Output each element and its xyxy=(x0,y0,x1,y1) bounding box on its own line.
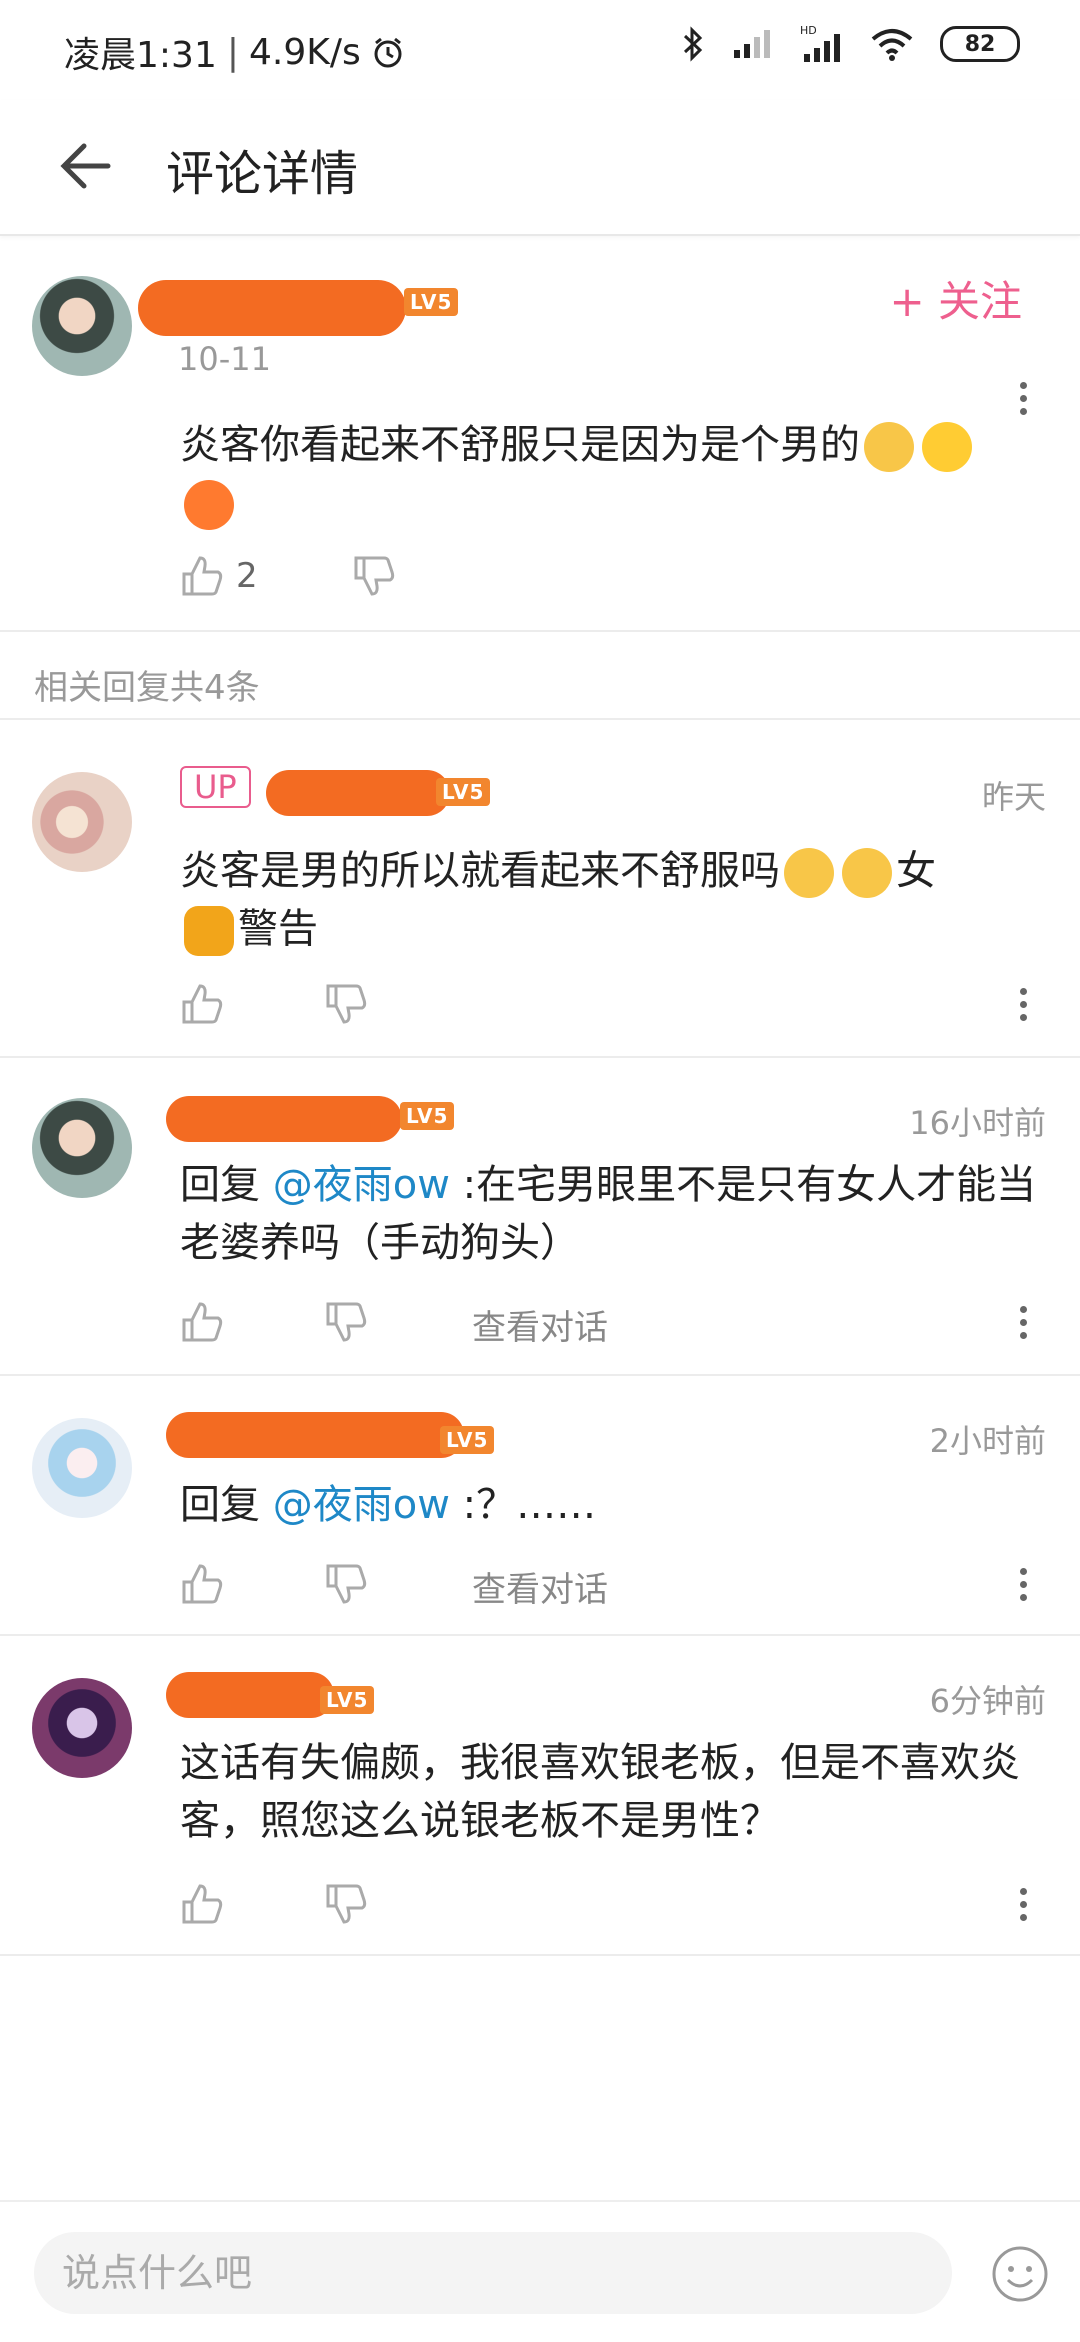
comment-input-bar: 说点什么吧 xyxy=(0,2200,1080,2342)
thumbs-up-icon[interactable] xyxy=(180,1882,224,1926)
level-badge: LV5 xyxy=(404,288,459,316)
reply-prefix: 回复 xyxy=(180,1162,273,1208)
level-badge: LV5 xyxy=(436,778,491,806)
reply-item: LV5 6分钟前 这话有失偏颇，我很喜欢银老板，但是不喜欢炎客，照您这么说银老板… xyxy=(0,1636,1080,1956)
dog-emoji-icon xyxy=(784,848,834,898)
status-separator: | xyxy=(226,31,239,73)
wifi-icon xyxy=(871,29,913,61)
emoji-picker-icon[interactable] xyxy=(990,2244,1050,2304)
avatar[interactable] xyxy=(32,276,132,376)
thumbs-up-icon[interactable] xyxy=(180,1562,224,1606)
back-arrow-icon[interactable] xyxy=(50,130,122,202)
thumbs-up-icon[interactable] xyxy=(180,982,224,1026)
reply-text-body: 这话有失偏颇，我很喜欢银老板，但是不喜欢炎客，照您这么说银老板不是男性？ xyxy=(180,1740,1020,1844)
more-options-icon[interactable] xyxy=(1020,982,1030,1027)
reply-actions xyxy=(180,1562,368,1606)
hd-signal-icon: HD xyxy=(800,24,840,62)
comment-date: 10-11 xyxy=(178,340,271,378)
reply-actions xyxy=(180,1300,368,1344)
more-options-icon[interactable] xyxy=(1020,376,1030,421)
reply-text: 炎客是男的所以就看起来不舒服吗 女 警告 xyxy=(180,842,1040,958)
mention-link[interactable]: @夜雨ow xyxy=(273,1482,450,1528)
reply-text: 回复 @夜雨ow :？…… xyxy=(180,1476,1040,1534)
reply-text-body: :？…… xyxy=(449,1482,597,1528)
reply-text-body: 炎客是男的所以就看起来不舒服吗 xyxy=(180,848,780,894)
more-options-icon[interactable] xyxy=(1020,1882,1030,1927)
status-bar: 凌晨1:31 | 4.9K/s HD 82 xyxy=(0,0,1080,100)
alarm-icon xyxy=(374,37,402,68)
thumbs-down-icon[interactable] xyxy=(324,1562,368,1606)
comment-text-body: 炎客你看起来不舒服只是因为是个男的 xyxy=(180,422,860,468)
status-time: 凌晨1:31 xyxy=(64,35,217,76)
title-bar: 评论详情 xyxy=(0,100,1080,236)
reply-time: 2小时前 xyxy=(929,1422,1046,1460)
dog-emoji-icon xyxy=(842,848,892,898)
avatar[interactable] xyxy=(32,1098,132,1198)
view-conversation-link[interactable]: 查看对话 xyxy=(472,1300,608,1349)
username-redacted[interactable] xyxy=(166,1672,334,1718)
reply-text-body: 女 xyxy=(896,848,936,894)
thumbs-down-icon[interactable] xyxy=(324,982,368,1026)
reply-prefix: 回复 xyxy=(180,1482,273,1528)
status-right: HD 82 xyxy=(680,24,1020,64)
mention-link[interactable]: @夜雨ow xyxy=(273,1162,450,1208)
battery-indicator: 82 xyxy=(940,26,1020,62)
reply-time: 昨天 xyxy=(981,778,1046,816)
thumbs-down-icon[interactable] xyxy=(352,554,396,598)
status-speed: 4.9K/s xyxy=(248,31,361,73)
thumbs-up-icon[interactable] xyxy=(180,554,224,598)
avatar[interactable] xyxy=(32,772,132,872)
status-left: 凌晨1:31 | 4.9K/s xyxy=(64,26,405,78)
main-comment: LV5 10-11 + 关注 炎客你看起来不舒服只是因为是个男的 2 xyxy=(0,236,1080,632)
username-redacted[interactable] xyxy=(138,280,406,336)
reply-text: 回复 @夜雨ow :在宅男眼里不是只有女人才能当老婆养吗（手动狗头） xyxy=(180,1156,1040,1272)
more-options-icon[interactable] xyxy=(1020,1300,1030,1345)
thumbs-up-icon[interactable] xyxy=(180,1300,224,1344)
signal-icon xyxy=(734,30,770,58)
dog-emoji-icon xyxy=(864,422,914,472)
thumbs-down-icon[interactable] xyxy=(324,1882,368,1926)
level-badge: LV5 xyxy=(320,1686,375,1714)
page-title: 评论详情 xyxy=(166,146,359,202)
avatar[interactable] xyxy=(32,1678,132,1778)
reply-actions xyxy=(180,982,368,1026)
thumbs-down-icon[interactable] xyxy=(324,1300,368,1344)
avatar[interactable] xyxy=(32,1418,132,1518)
reply-text: 这话有失偏颇，我很喜欢银老板，但是不喜欢炎客，照您这么说银老板不是男性？ xyxy=(180,1734,1040,1850)
level-badge: LV5 xyxy=(400,1102,455,1130)
username-redacted[interactable] xyxy=(166,1096,402,1142)
grin-emoji-icon xyxy=(922,422,972,472)
reply-item: UP LV5 昨天 炎客是男的所以就看起来不舒服吗 女 警告 xyxy=(0,718,1080,1058)
reply-text-body: 警告 xyxy=(238,906,318,952)
level-badge: LV5 xyxy=(440,1426,495,1454)
reply-item: LV5 16小时前 回复 @夜雨ow :在宅男眼里不是只有女人才能当老婆养吗（手… xyxy=(0,1056,1080,1376)
username-redacted[interactable] xyxy=(166,1412,464,1458)
view-conversation-link[interactable]: 查看对话 xyxy=(472,1562,608,1611)
bluetooth-icon xyxy=(683,26,703,62)
follow-button[interactable]: + 关注 xyxy=(889,268,1022,329)
comment-text: 炎客你看起来不舒服只是因为是个男的 xyxy=(180,416,1040,532)
svg-text:HD: HD xyxy=(800,24,817,37)
reply-actions xyxy=(180,1882,368,1926)
reply-time: 6分钟前 xyxy=(929,1682,1046,1720)
reply-time: 16小时前 xyxy=(909,1104,1046,1142)
comment-input[interactable]: 说点什么吧 xyxy=(34,2232,952,2314)
reply-item: LV5 2小时前 回复 @夜雨ow :？…… 查看对话 xyxy=(0,1376,1080,1636)
like-count: 2 xyxy=(236,556,258,596)
more-options-icon[interactable] xyxy=(1020,1562,1030,1607)
up-badge: UP xyxy=(180,766,251,808)
laugh-cry-emoji-icon xyxy=(184,480,234,530)
comment-actions: 2 xyxy=(180,554,396,598)
fist-emoji-icon xyxy=(184,906,234,956)
replies-count-header: 相关回复共4条 xyxy=(34,668,260,708)
username-redacted[interactable] xyxy=(266,770,450,816)
